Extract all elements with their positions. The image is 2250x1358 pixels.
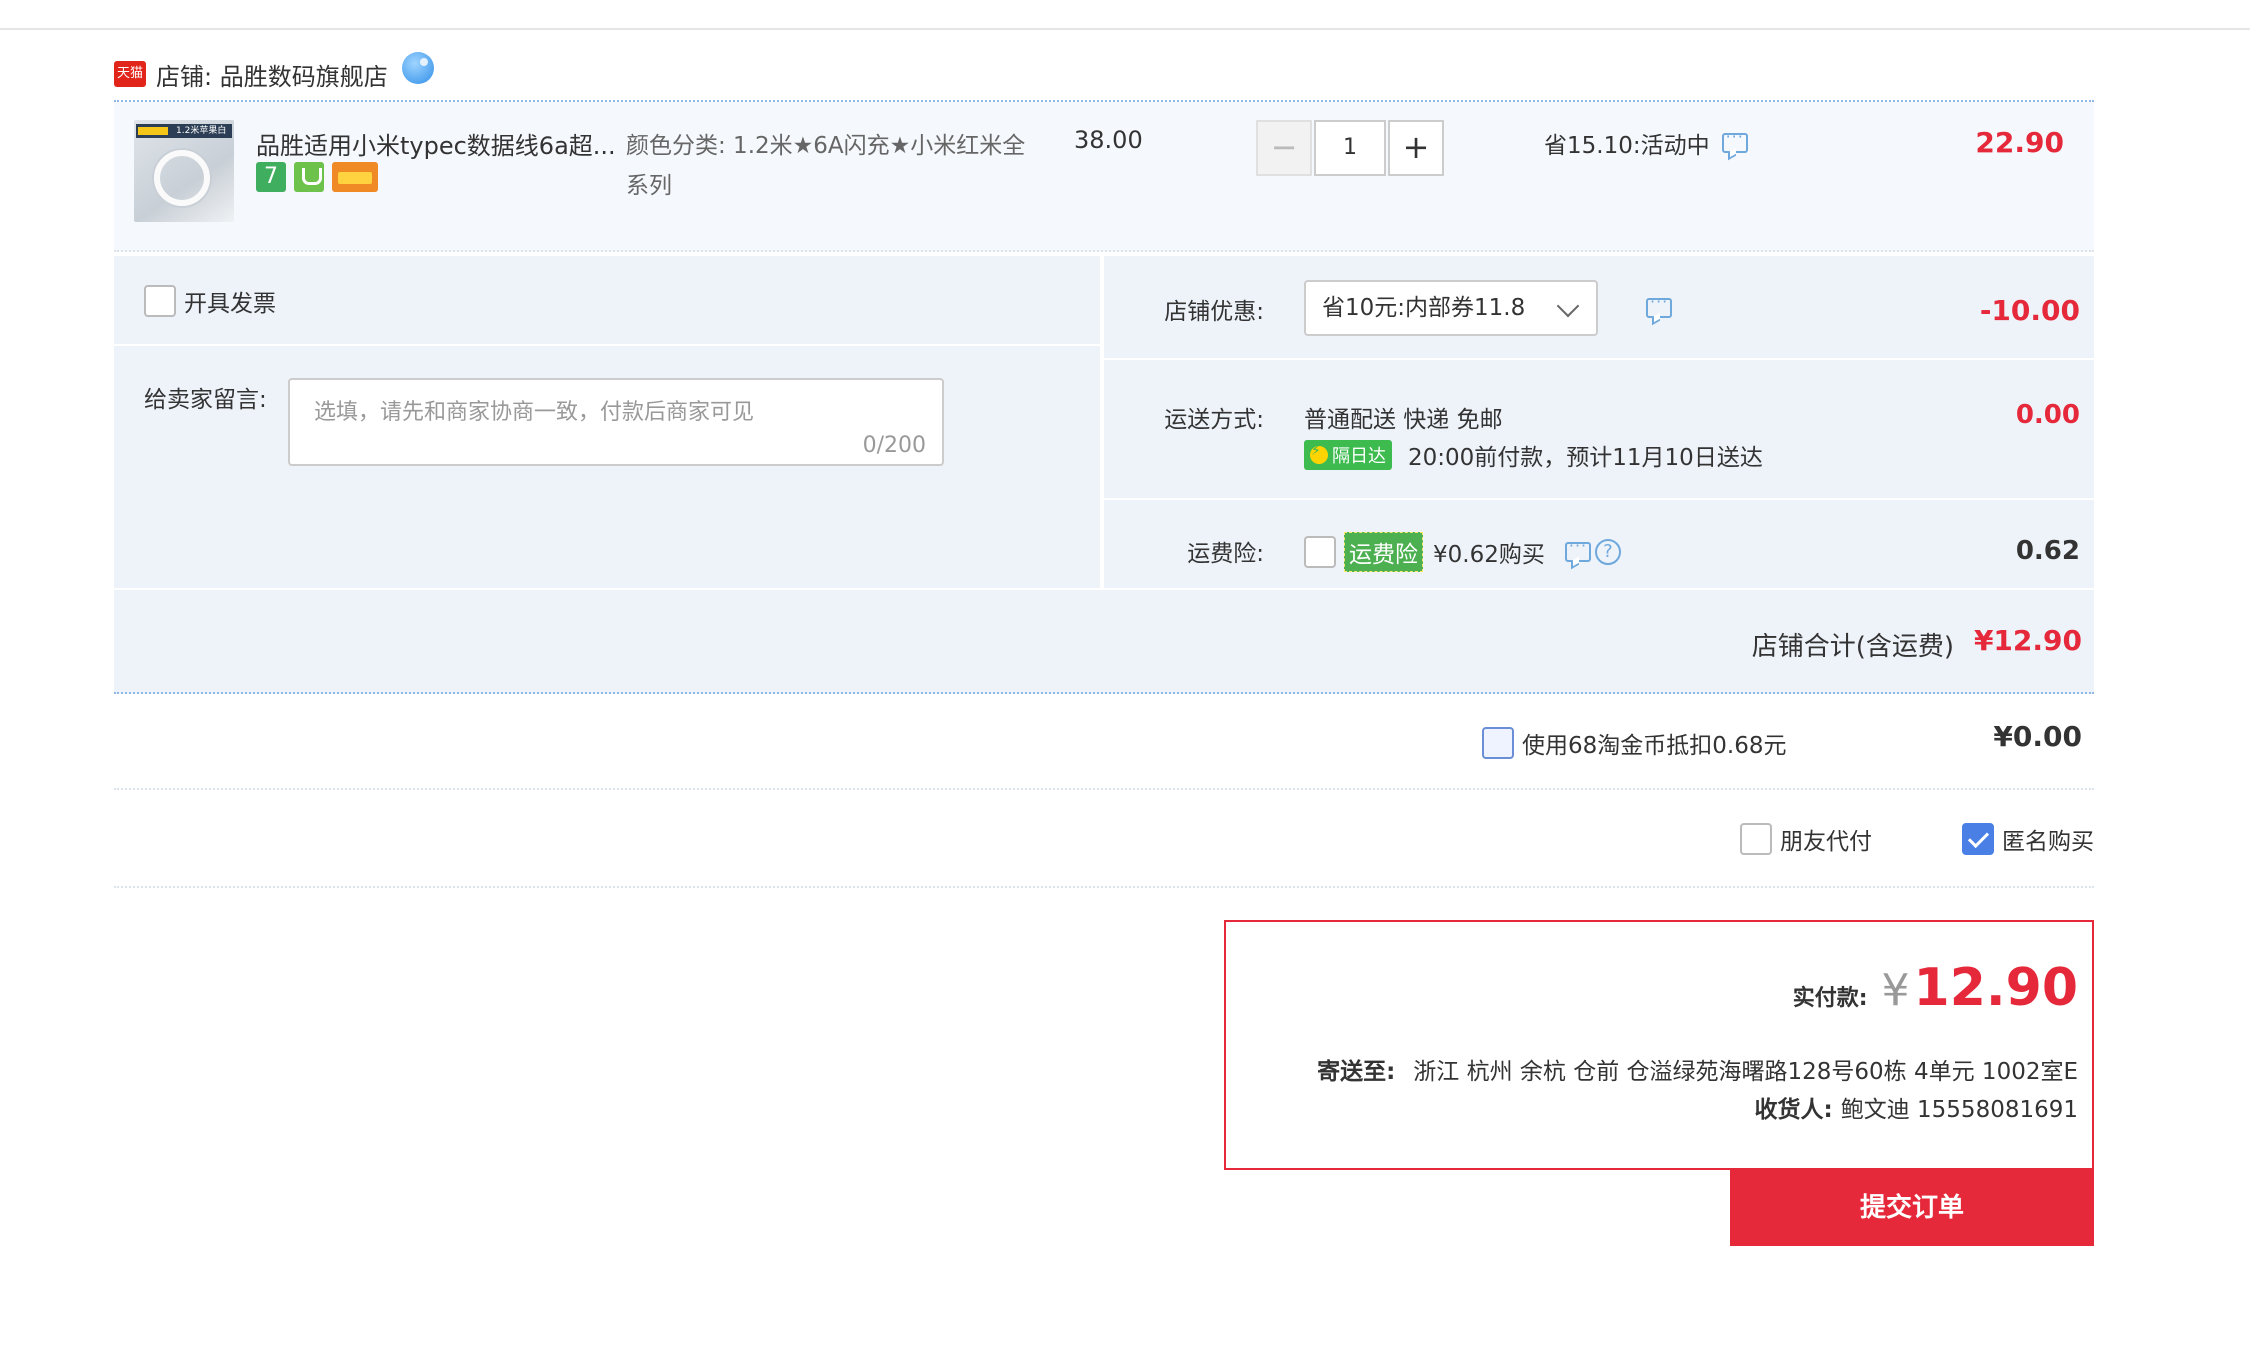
lightning-icon [1310, 443, 1328, 464]
payable-amount: 实付款: ¥ 12.90 [1793, 958, 2078, 1018]
shipping-label: 运送方式: [1164, 407, 1264, 433]
invoice-row: 开具发票 [114, 256, 1100, 346]
item-subtotal: 22.90 [1975, 126, 2064, 159]
chevron-down-icon [1556, 294, 1580, 318]
invoice-checkbox[interactable] [144, 285, 176, 317]
help-icon[interactable]: ? [1594, 539, 1621, 565]
order-item-row: 1.2米苹果白 品胜适用小米typec数据线6a超... 7 颜色分类: 1.2… [114, 102, 2094, 252]
message-placeholder: 选填，请先和商家协商一致，付款后商家可见 [314, 400, 755, 425]
order-summary-box: 实付款: ¥ 12.90 寄送至: 浙江 杭州 余杭 仓前 仓溢绿苑海曙路128号… [1224, 920, 2094, 1170]
coupon-amount: -10.00 [1979, 294, 2080, 327]
coupon-select[interactable]: 省10元:内部券11.8 [1304, 280, 1598, 336]
wangwang-chat-icon[interactable] [401, 52, 434, 84]
seven-day-return-icon: 7 [256, 162, 286, 192]
payable-label: 实付款: [1792, 986, 1868, 1011]
product-badges: 7 [256, 162, 378, 192]
shop-header: 天猫 店铺: 品胜数码旗舰店 [114, 52, 434, 94]
friend-pay-option[interactable]: 朋友代付 [1740, 822, 1872, 856]
insurance-option[interactable]: 运费险 ¥0.62购买 ? [1304, 532, 1621, 572]
coin-deduction-row: 使用68淘金币抵扣0.68元 ¥0.00 [114, 696, 2094, 790]
coupon-chat-icon[interactable] [1646, 292, 1672, 318]
store-total-row: 店铺合计(含运费) ¥12.90 [114, 590, 2094, 694]
message-label: 给卖家留言: [144, 387, 267, 413]
insurance-price: ¥0.62购买 [1433, 542, 1545, 568]
quantity-plus-button[interactable]: + [1388, 120, 1444, 176]
insurance-row: 运费险: 运费险 ¥0.62购买 ? 0.62 [1104, 500, 2094, 588]
thumbnail-label: 1.2米苹果白 [136, 124, 232, 138]
payment-options-row: 朋友代付 匿名购买 [114, 792, 2094, 888]
store-total-label: 店铺合计(含运费) [1751, 632, 1954, 662]
invoice-checkbox-label[interactable]: 开具发票 [144, 284, 276, 318]
insurance-tag: 运费险 [1344, 532, 1423, 572]
shipping-row: 运送方式: 普通配送 快递 免邮 隔日达 20:00前付款，预计11月10日送达… [1104, 360, 2094, 500]
store-total-amount: ¥12.90 [1973, 624, 2082, 657]
shipping-address: 寄送至: 浙江 杭州 余杭 仓前 仓溢绿苑海曙路128号60栋 4单元 1002室… [1317, 1052, 2078, 1086]
plug-service-icon [294, 162, 324, 192]
promotion-text: 省15.10:活动中 [1544, 133, 1710, 159]
coupon-row: 店铺优惠: 省10元:内部券11.8 -10.00 [1104, 256, 2094, 360]
invoice-label: 开具发票 [184, 291, 276, 317]
promotion-info: 省15.10:活动中 [1544, 126, 1748, 160]
next-day-label: 隔日达 [1332, 446, 1386, 467]
shipping-method: 普通配送 快递 免邮 [1304, 407, 1503, 433]
product-thumbnail[interactable]: 1.2米苹果白 [134, 120, 234, 222]
anonymous-checkbox[interactable] [1962, 823, 1994, 855]
insurance-chat-icon[interactable] [1564, 536, 1591, 562]
address-label: 寄送至: [1317, 1059, 1396, 1085]
submit-order-button[interactable]: 提交订单 [1730, 1170, 2094, 1246]
friend-pay-checkbox[interactable] [1740, 823, 1772, 855]
product-sku: 颜色分类: 1.2米★6A闪充★小米红米全系列 [626, 133, 1026, 199]
promo-chat-icon[interactable] [1721, 127, 1748, 153]
insurance-label: 运费险: [1187, 541, 1264, 567]
message-char-count: 0/200 [862, 433, 926, 458]
seller-message-input[interactable]: 选填，请先和商家协商一致，付款后商家可见 0/200 [288, 378, 944, 466]
coin-label: 使用68淘金币抵扣0.68元 [1522, 733, 1787, 759]
store-options-panel: 店铺优惠: 省10元:内部券11.8 -10.00 运送方式: 普通配送 快递 … [1104, 256, 2094, 588]
shipping-amount: 0.00 [2015, 400, 2080, 430]
quantity-minus-button[interactable]: − [1256, 120, 1312, 176]
payable-value: 12.90 [1913, 958, 2078, 1018]
unit-price: 38.00 [1074, 126, 1143, 154]
anonymous-label: 匿名购买 [2002, 829, 2094, 855]
shipping-eta: 20:00前付款，预计11月10日送达 [1408, 445, 1763, 471]
friend-pay-label: 朋友代付 [1780, 829, 1872, 855]
buyer-options-panel: 开具发票 给卖家留言: 选填，请先和商家协商一致，付款后商家可见 0/200 [114, 256, 1100, 588]
next-day-badge: 隔日达 [1304, 440, 1392, 470]
coin-option[interactable]: 使用68淘金币抵扣0.68元 [1482, 726, 1786, 760]
coin-checkbox[interactable] [1482, 727, 1514, 759]
insurance-checkbox[interactable] [1304, 536, 1336, 568]
insurance-amount: 0.62 [2015, 536, 2080, 566]
cable-coil-image [154, 150, 210, 206]
currency-symbol: ¥ [1881, 965, 1910, 1016]
coupon-select-value: 省10元:内部券11.8 [1322, 295, 1526, 321]
address-value: 浙江 杭州 余杭 仓前 仓溢绿苑海曙路128号60栋 4单元 1002室E [1413, 1059, 2078, 1085]
receiver-info: 收货人: 鲍文迪 15558081691 [1755, 1090, 2078, 1124]
tmall-badge-icon: 天猫 [114, 61, 146, 87]
shop-name[interactable]: 店铺: 品胜数码旗舰店 [156, 57, 388, 92]
receiver-value: 鲍文迪 15558081691 [1840, 1097, 2078, 1123]
quantity-stepper: − 1 + [1256, 120, 1444, 176]
quantity-input[interactable]: 1 [1314, 120, 1386, 176]
card-payment-icon [332, 162, 378, 192]
anonymous-buy-option[interactable]: 匿名购买 [1962, 822, 2094, 856]
product-title[interactable]: 品胜适用小米typec数据线6a超... [256, 126, 616, 161]
receiver-label: 收货人: [1754, 1097, 1833, 1123]
top-divider [0, 28, 2250, 30]
coupon-label: 店铺优惠: [1164, 299, 1264, 325]
shipping-eta-row: 隔日达 20:00前付款，预计11月10日送达 [1304, 438, 1763, 472]
coin-amount: ¥0.00 [1993, 720, 2082, 753]
